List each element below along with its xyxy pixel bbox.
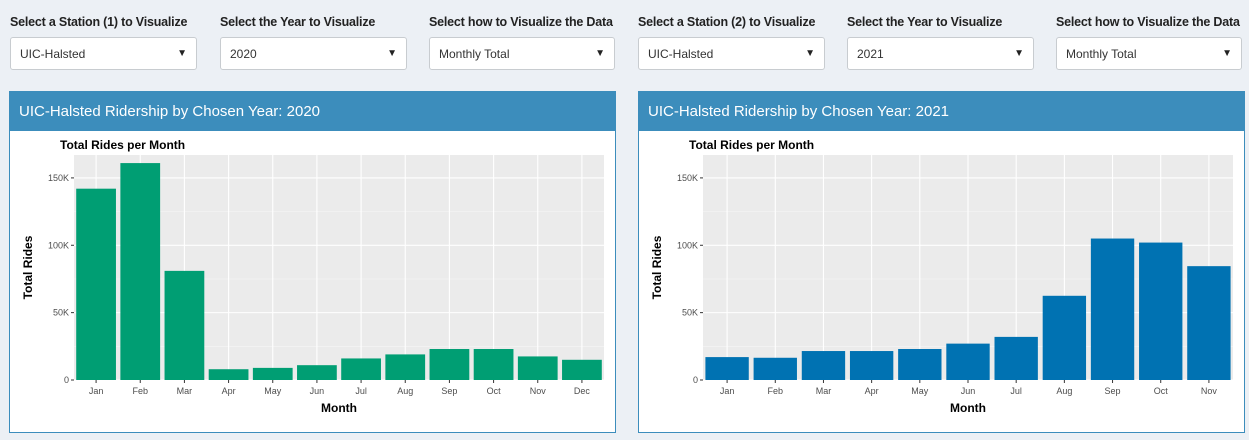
bar-mar xyxy=(164,270,205,380)
x-tick-label: Dec xyxy=(574,386,591,396)
ridership-chart-2: Total Rides per Month 0 50K 100K 150K Jan Feb M… xyxy=(650,138,1233,415)
viz-2-select[interactable]: Monthly Total ▼ xyxy=(1056,37,1242,70)
x-tick-label: Jul xyxy=(1010,386,1022,396)
bar-may xyxy=(252,367,293,380)
bar-jan xyxy=(705,357,749,380)
y-tick-label: 50K xyxy=(53,308,69,318)
control-label-viz-2: Select how to Visualize the Data xyxy=(1056,15,1240,29)
bar-apr xyxy=(208,369,249,380)
x-tick-label: Mar xyxy=(816,386,832,396)
bar-may xyxy=(898,349,942,380)
x-axis-title: Month xyxy=(321,401,357,415)
ridership-panel-1: UIC-Halsted Ridership by Chosen Year: 20… xyxy=(9,91,616,433)
x-tick-label: Apr xyxy=(222,386,236,396)
y-axis-title: Total Rides xyxy=(21,235,35,299)
viz-1-select[interactable]: Monthly Total ▼ xyxy=(429,37,615,70)
bar-mar xyxy=(801,351,846,380)
caret-down-icon: ▼ xyxy=(387,48,397,59)
x-tick-label: May xyxy=(264,386,282,396)
x-tick-label: Jun xyxy=(961,386,976,396)
select-value: 2021 xyxy=(857,47,884,61)
panel-title: UIC-Halsted Ridership by Chosen Year: 20… xyxy=(10,92,615,131)
x-tick-label: Aug xyxy=(397,386,413,396)
bar-dec xyxy=(562,359,602,380)
chart-title: Total Rides per Month xyxy=(60,138,185,152)
x-tick-label: Nov xyxy=(530,386,547,396)
select-value: Monthly Total xyxy=(1066,47,1137,61)
bar-nov xyxy=(1187,266,1231,380)
caret-down-icon: ▼ xyxy=(177,48,187,59)
year-2-select[interactable]: 2021 ▼ xyxy=(847,37,1034,70)
x-tick-label: Oct xyxy=(487,386,502,396)
x-tick-label: Jan xyxy=(89,386,104,396)
bar-feb xyxy=(753,357,797,380)
y-axis-title: Total Rides xyxy=(650,235,664,299)
bar-apr xyxy=(849,351,894,380)
station-2-select[interactable]: UIC-Halsted ▼ xyxy=(638,37,825,70)
year-1-select[interactable]: 2020 ▼ xyxy=(220,37,407,70)
bar-sep xyxy=(429,349,470,380)
ridership-chart-1: Total Rides per Month 0 50K 100K 150K Jan Feb M… xyxy=(21,138,604,415)
y-tick-label: 100K xyxy=(48,240,69,250)
x-tick-label: Mar xyxy=(177,386,193,396)
caret-down-icon: ▼ xyxy=(595,48,605,59)
x-tick-label: Apr xyxy=(865,386,879,396)
y-tick-label: 150K xyxy=(48,173,69,183)
bar-oct xyxy=(1139,242,1183,380)
bar-oct xyxy=(473,349,514,380)
select-value: UIC-Halsted xyxy=(648,47,714,61)
bar-jun xyxy=(297,365,337,380)
y-tick-label: 0 xyxy=(64,375,69,385)
caret-down-icon: ▼ xyxy=(1014,48,1024,59)
bar-jul xyxy=(341,358,381,380)
x-tick-label: Aug xyxy=(1056,386,1072,396)
chart-title: Total Rides per Month xyxy=(689,138,814,152)
caret-down-icon: ▼ xyxy=(1222,48,1232,59)
x-tick-label: Jul xyxy=(355,386,367,396)
select-value: Monthly Total xyxy=(439,47,510,61)
bar-aug xyxy=(1042,295,1087,380)
x-tick-label: May xyxy=(911,386,929,396)
bar-aug xyxy=(385,354,426,380)
control-label-year-2: Select the Year to Visualize xyxy=(847,15,1003,29)
caret-down-icon: ▼ xyxy=(805,48,815,59)
select-value: UIC-Halsted xyxy=(20,47,86,61)
panel-title: UIC-Halsted Ridership by Chosen Year: 20… xyxy=(639,92,1244,131)
bar-feb xyxy=(120,163,161,380)
x-tick-label: Jan xyxy=(720,386,735,396)
y-tick-label: 0 xyxy=(693,375,698,385)
control-label-station-2: Select a Station (2) to Visualize xyxy=(638,15,816,29)
y-tick-label: 150K xyxy=(677,173,698,183)
bar-jan xyxy=(76,188,116,380)
control-label-year-1: Select the Year to Visualize xyxy=(220,15,376,29)
x-tick-label: Feb xyxy=(132,386,148,396)
control-label-viz-1: Select how to Visualize the Data xyxy=(429,15,613,29)
select-value: 2020 xyxy=(230,47,257,61)
x-tick-label: Nov xyxy=(1201,386,1218,396)
bar-sep xyxy=(1090,238,1135,380)
x-tick-label: Feb xyxy=(768,386,784,396)
bar-nov xyxy=(517,356,558,380)
x-tick-label: Jun xyxy=(310,386,325,396)
station-1-select[interactable]: UIC-Halsted ▼ xyxy=(10,37,197,70)
x-axis-title: Month xyxy=(950,401,986,415)
x-tick-label: Sep xyxy=(1105,386,1121,396)
ridership-panel-2: UIC-Halsted Ridership by Chosen Year: 20… xyxy=(638,91,1245,433)
bar-jul xyxy=(994,336,1038,380)
control-label-station-1: Select a Station (1) to Visualize xyxy=(10,15,188,29)
x-tick-label: Oct xyxy=(1154,386,1169,396)
bar-jun xyxy=(946,343,990,380)
x-tick-label: Sep xyxy=(441,386,457,396)
y-tick-label: 50K xyxy=(682,308,698,318)
y-tick-label: 100K xyxy=(677,240,698,250)
